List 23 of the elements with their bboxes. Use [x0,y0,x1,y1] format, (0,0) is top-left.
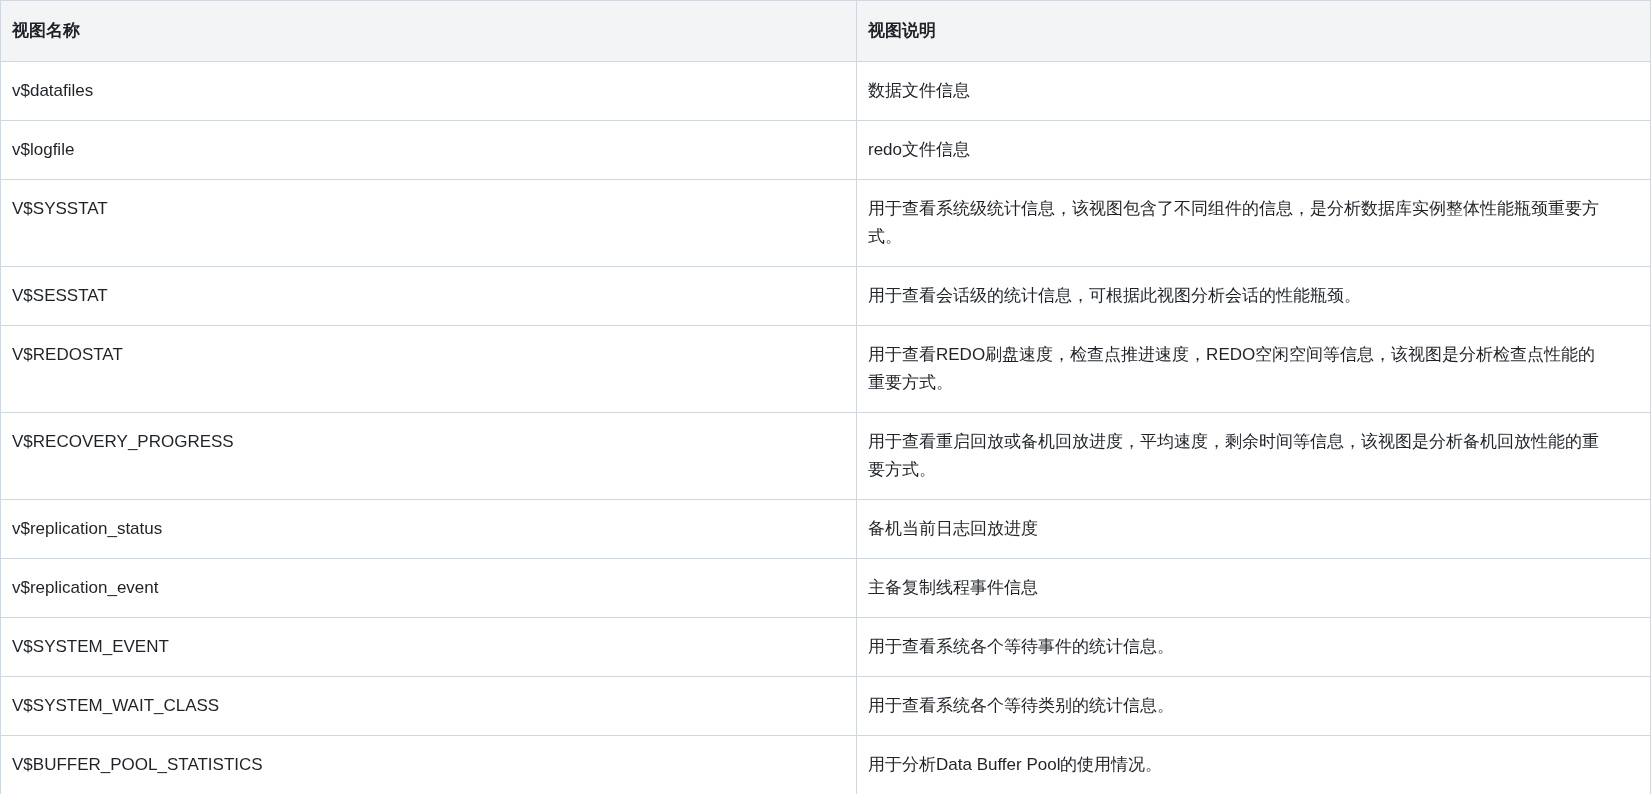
table-cell: V$SYSTEM_WAIT_CLASS [0,676,857,736]
table-cell: redo文件信息 [856,120,1651,180]
table-cell: 用于查看系统各个等待事件的统计信息。 [856,617,1651,677]
table-cell: V$SESSTAT [0,266,857,326]
column-header: 视图说明 [856,0,1651,62]
table-cell: v$datafiles [0,61,857,121]
table-cell: v$replication_event [0,558,857,618]
table-cell: 主备复制线程事件信息 [856,558,1651,618]
table-cell: V$SYSTEM_EVENT [0,617,857,677]
table-cell: v$replication_status [0,499,857,559]
table-cell: 用于查看系统级统计信息，该视图包含了不同组件的信息，是分析数据库实例整体性能瓶颈重要方式。 [856,179,1651,267]
table-cell: V$RECOVERY_PROGRESS [0,412,857,500]
table-cell: V$SYSSTAT [0,179,857,267]
table-cell: 用于查看系统各个等待类别的统计信息。 [856,676,1651,736]
table-cell: 用于查看REDO刷盘速度，检查点推进速度，REDO空闲空间等信息，该视图是分析检查点性能的重要方式。 [856,325,1651,413]
table-cell: 用于查看会话级的统计信息，可根据此视图分析会话的性能瓶颈。 [856,266,1651,326]
table-cell: V$BUFFER_POOL_STATISTICS [0,735,857,794]
table-cell: V$REDOSTAT [0,325,857,413]
column-header: 视图名称 [0,0,857,62]
table-cell: 用于查看重启回放或备机回放进度，平均速度，剩余时间等信息，该视图是分析备机回放性能的重要方式。 [856,412,1651,500]
table-cell: v$logfile [0,120,857,180]
table-cell: 备机当前日志回放进度 [856,499,1651,559]
table-cell: 数据文件信息 [856,61,1651,121]
